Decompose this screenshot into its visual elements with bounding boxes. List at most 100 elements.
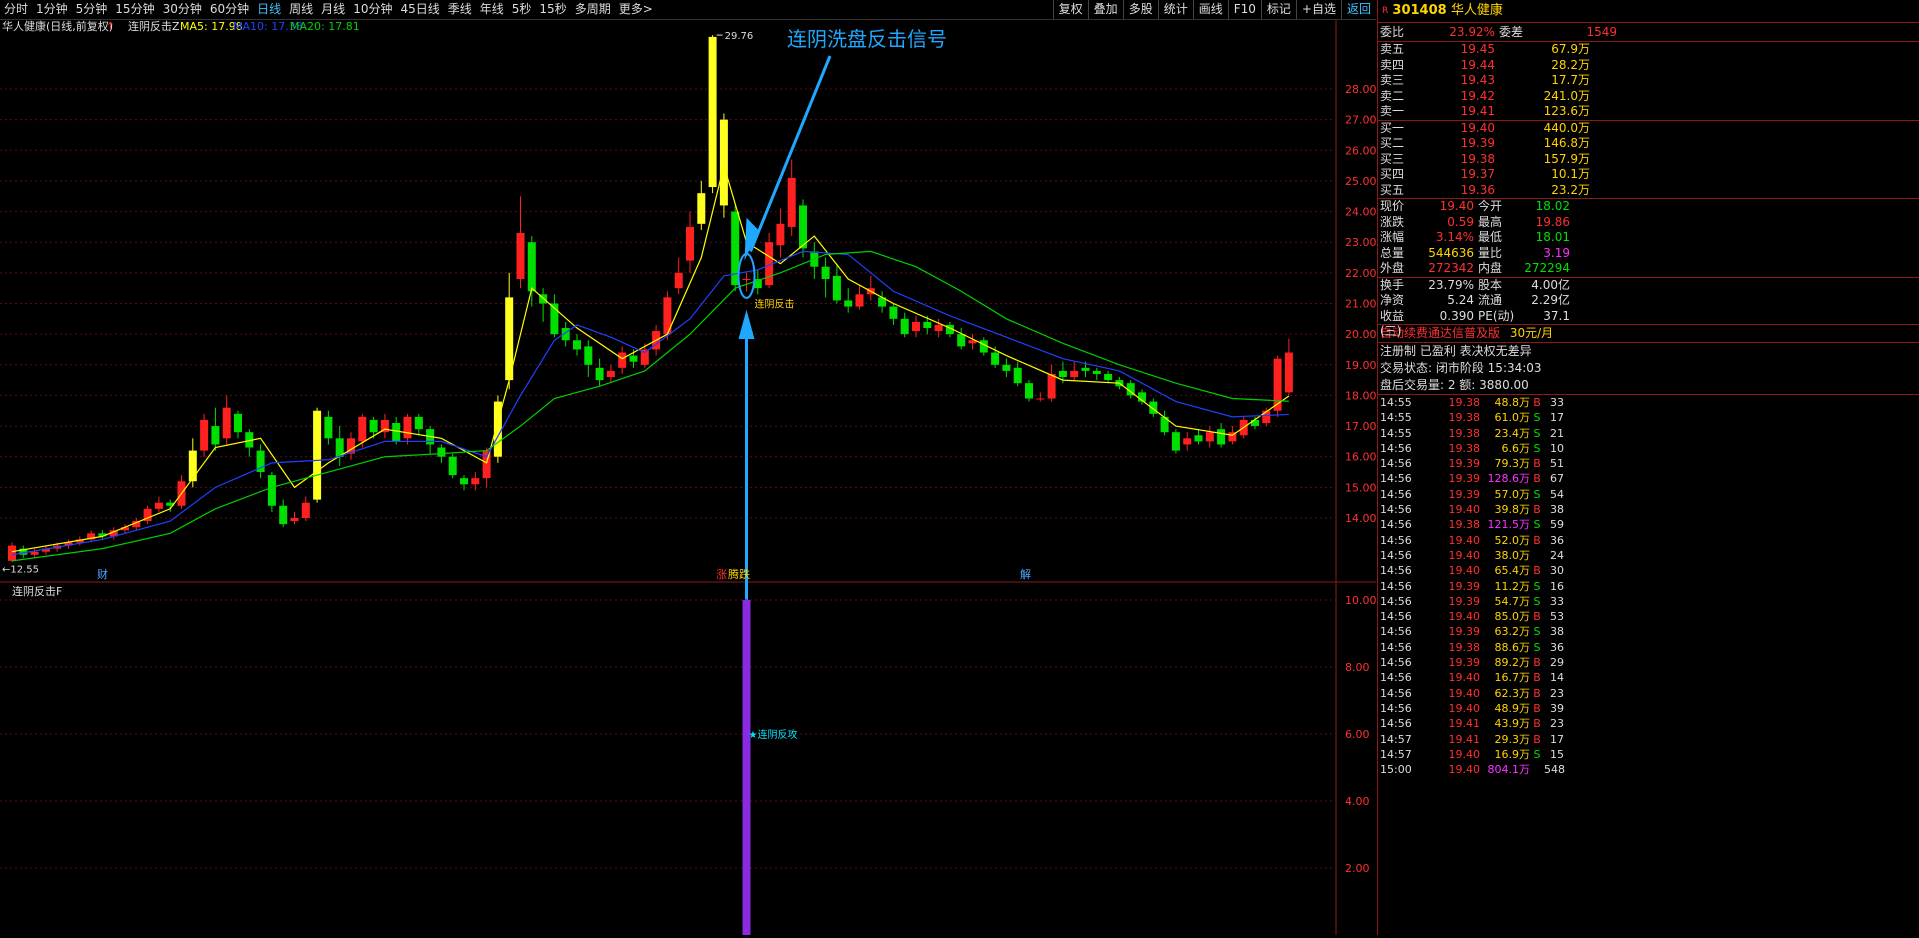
period-tab-7[interactable]: 周线 [285,0,317,19]
tick-row: 14:55 19.38 23.4万 S 21 [1380,426,1564,440]
ma10-line [11,250,1289,556]
toolbar-button-0[interactable]: 复权 [1052,0,1088,19]
period-tab-11[interactable]: 季线 [444,0,476,19]
signal-bar [742,600,751,935]
toolbar-button-2[interactable]: 多股 [1122,0,1158,19]
candle-body [584,346,593,365]
tick-row: 14:56 19.39 128.6万 B 67 [1380,472,1564,486]
period-tab-15[interactable]: 多周期 [571,0,615,19]
price-tick-label: 23.00 [1345,236,1376,249]
candle-body [855,294,864,307]
period-tab-0[interactable]: 分时 [0,0,32,19]
period-tab-9[interactable]: 10分钟 [349,0,396,19]
sub-tick-label: 8.00 [1345,661,1370,674]
toolbar-button-6[interactable]: 标记 [1260,0,1296,19]
period-toolbar: 分时 1分钟 5分钟 15分钟 30分钟 60分钟 日线 周线 月线 10分钟 45日线 季线 年线 5秒… [0,0,1376,20]
toolbar-button-8[interactable]: 返回 [1340,0,1376,19]
fund-row-0: 换手 23.79% 股本 4.00亿 [1380,277,1570,292]
candle-body [1013,367,1022,384]
ask-price: 19.44 [1460,57,1495,72]
period-tab-16[interactable]: 更多> [615,0,657,19]
bid-price: 19.38 [1460,151,1495,166]
candle-body [222,407,231,439]
candle-body [1081,367,1090,371]
tick-row: 14:56 19.38 121.5万 S 59 [1380,518,1564,532]
sub-signal-label: ★连阴反攻 [749,728,798,741]
tick-row: 14:56 19.41 43.9万 B 23 [1380,717,1564,731]
candle-body [1047,373,1056,399]
tick-row: 14:56 19.39 54.7万 S 33 [1380,594,1564,608]
arrow-head-up-icon [738,309,755,339]
ma20-line [11,250,1289,562]
quote-row-1: 涨跌 0.59 最高 19.86 [1380,214,1570,229]
candle-body [460,478,468,485]
kline-chart-area[interactable]: 华人健康(日线,前复权) ↑ 连阴反击Z MA5: 17.98 MA10: 17… [0,19,1377,935]
candle-body [1171,432,1180,451]
period-tab-2[interactable]: 5分钟 [72,0,112,19]
candle-body [369,419,378,433]
candle-body [742,278,751,280]
candle-body [708,36,717,188]
period-tab-14[interactable]: 15秒 [535,0,570,19]
period-tab-6[interactable]: 日线 [253,0,285,19]
quote-row-2: 涨幅 3.14% 最低 18.01 [1380,230,1570,244]
quote-row-0: 现价 19.40 今开 18.02 [1380,199,1570,213]
candle-body [1262,410,1271,424]
price-tick-label: 21.00 [1345,298,1376,311]
bid-label: 买五 [1380,182,1405,197]
candle-body [1149,401,1158,414]
marker-zhang: 涨 [716,568,727,581]
stock-code: 301408 [1392,3,1447,18]
candle-body [527,242,536,292]
tick-row: 14:55 19.38 48.8万 B 33 [1380,396,1564,409]
price-tick-label: 27.00 [1345,114,1376,127]
period-tab-5[interactable]: 60分钟 [206,0,253,19]
tick-row: 14:56 19.39 57.0万 S 54 [1380,487,1564,501]
candle-body [1002,364,1011,371]
ask-volume: 28.2万 [1551,57,1590,72]
toolbar-button-4[interactable]: 画线 [1192,0,1228,19]
toolbar-button-1[interactable]: 叠加 [1087,0,1123,19]
candle-body [991,352,1000,365]
period-tab-3[interactable]: 15分钟 [111,0,158,19]
candle-body [889,306,898,319]
tick-list: 14:55 19.38 48.8万 B 33 14:55 19.38 61.0万 S 17 14:5… [1378,395,1919,777]
candle-body [1104,373,1113,381]
toolbar-button-7[interactable]: +自选 [1295,0,1341,19]
tick-row: 14:56 19.38 6.6万 S 10 [1380,441,1564,455]
candle-body [934,324,943,332]
period-tab-10[interactable]: 45日线 [396,0,443,19]
kline-chart[interactable]: 华人健康(日线,前复权) ↑ 连阴反击Z MA5: 17.98 MA10: 17… [0,19,1377,935]
ma5-line [11,163,1290,553]
candle-body [799,205,807,249]
candle-body [629,355,638,362]
period-tab-1[interactable]: 1分钟 [32,0,72,19]
price-tick-label: 26.00 [1345,144,1376,157]
candle-body [516,233,525,279]
period-tab-13[interactable]: 5秒 [508,0,536,19]
toolbar-button-3[interactable]: 统计 [1157,0,1193,19]
ask-row-3: 卖二 19.42 241.0万 [1378,89,1919,105]
chart-stock-title: 华人健康(日线,前复权) [2,20,113,33]
period-tab-8[interactable]: 月线 [317,0,349,19]
period-tab-12[interactable]: 年线 [476,0,508,19]
tick-row: 14:56 19.39 63.2万 S 38 [1380,625,1564,639]
period-tab-4[interactable]: 30分钟 [159,0,206,19]
indicator-name: 连阴反击Z [128,20,180,33]
bid-row-0: 买一 19.40 440.0万 [1378,121,1919,137]
trade-status: 交易状态: 闭市阶段 15:34:03 [1380,361,1542,375]
toolbar-right-buttons: 复权 叠加 多股 统计 画线 F10 标记 +自选 返回 [1052,0,1376,19]
high-label: 29.76 [725,31,754,42]
candle-body [392,423,401,442]
bid-volume: 23.2万 [1551,182,1590,197]
toolbar-button-5[interactable]: F10 [1227,0,1261,19]
up-arrow-icon: ↑ [106,20,115,33]
promo-line[interactable]: 自动续费通达信普及版 30元/月 [1378,325,1919,343]
reg-line: 注册制 已盈利 表决权无差异 [1380,344,1532,358]
candle-body [200,419,209,451]
candle-body [1070,370,1079,378]
candle-body [1284,352,1293,393]
candle-body [1194,435,1203,442]
price-tick-label: 24.00 [1345,206,1376,219]
tick-row: 14:56 19.40 48.9万 B 39 [1380,701,1564,715]
